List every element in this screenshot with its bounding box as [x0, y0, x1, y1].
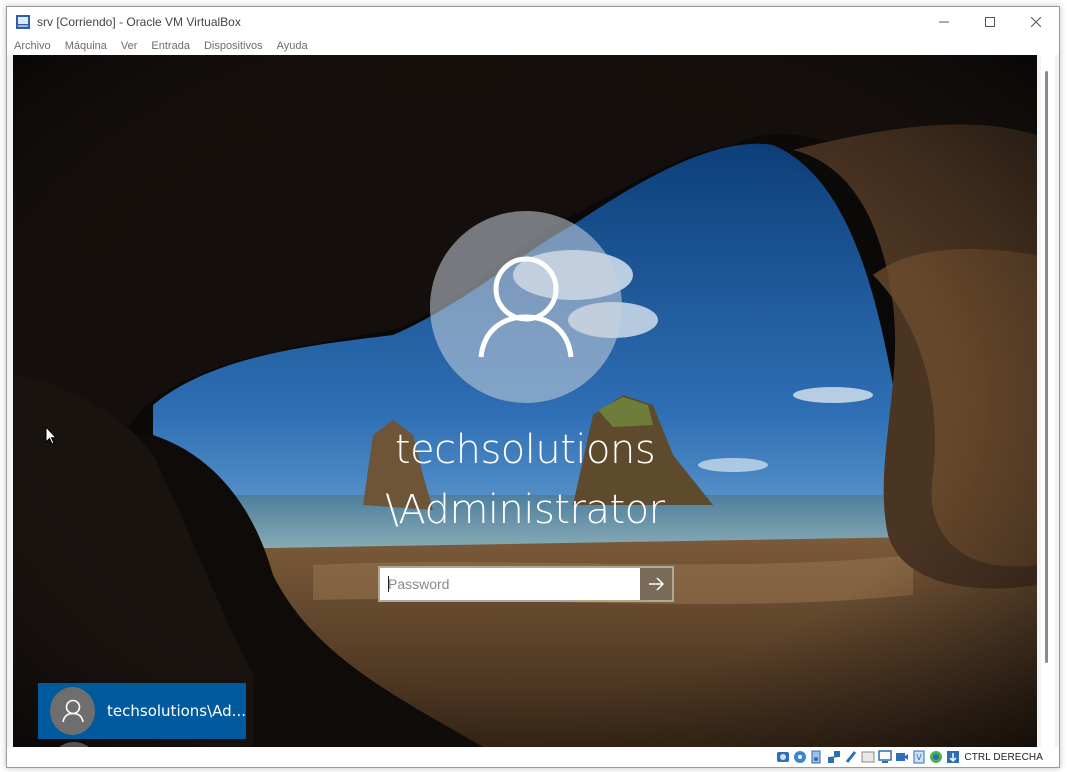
virtualization-icon[interactable] [928, 750, 943, 765]
window-title: srv [Corriendo] - Oracle VM VirtualBox [37, 15, 241, 29]
menu-maquina[interactable]: Máquina [65, 40, 107, 52]
arrow-right-icon [649, 577, 664, 591]
menu-archivo[interactable]: Archivo [14, 40, 51, 52]
user-tile-label: techsolutions\Ad... [107, 702, 246, 720]
menu-entrada[interactable]: Entrada [151, 40, 190, 52]
user-name-line2: \Administrator [385, 487, 665, 533]
menu-ver[interactable]: Ver [121, 40, 138, 52]
svg-text:V: V [916, 753, 922, 762]
password-field-container [378, 566, 674, 602]
screen-icon[interactable]: V [911, 750, 926, 765]
menu-bar: Archivo Máquina Ver Entrada Dispositivos… [7, 37, 1059, 55]
maximize-icon [985, 17, 995, 27]
virtualbox-icon [15, 14, 31, 30]
display-icon[interactable] [877, 750, 892, 765]
text-caret [388, 576, 389, 592]
user-icon [61, 699, 84, 723]
optical-drive-icon[interactable] [792, 750, 807, 765]
menu-dispositivos[interactable]: Dispositivos [204, 40, 263, 52]
mouse-pointer-icon [45, 426, 57, 445]
window-controls [921, 7, 1059, 37]
password-input[interactable] [380, 568, 640, 600]
sign-in-submit-button[interactable] [640, 568, 672, 600]
scrollbar-thumb[interactable] [1045, 71, 1048, 663]
network-icon[interactable] [826, 750, 841, 765]
status-bar: V CTRL DERECHA [7, 747, 1059, 767]
user-switch-tile[interactable]: techsolutions\Ad... [38, 683, 246, 739]
vm-display[interactable]: techsolutions \Administrator techsolutio… [13, 55, 1037, 747]
usb-icon[interactable] [843, 750, 858, 765]
video-capture-icon[interactable] [894, 750, 909, 765]
user-icon [478, 256, 574, 358]
menu-ayuda[interactable]: Ayuda [277, 40, 308, 52]
mouse-integration-icon[interactable] [945, 750, 960, 765]
close-button[interactable] [1013, 7, 1059, 37]
hard-disk-icon[interactable] [775, 750, 790, 765]
minimize-icon [939, 21, 949, 23]
maximize-button[interactable] [967, 7, 1013, 37]
close-icon [1031, 17, 1041, 27]
virtualbox-window: srv [Corriendo] - Oracle VM VirtualBox A… [6, 6, 1060, 768]
user-avatar [430, 211, 622, 403]
tile-avatar [50, 687, 96, 735]
host-key-label: CTRL DERECHA [964, 751, 1043, 763]
user-name-line1: techsolutions [394, 427, 656, 473]
minimize-button[interactable] [921, 7, 967, 37]
vertical-scrollbar[interactable] [1041, 55, 1055, 747]
shared-folders-icon[interactable] [860, 750, 875, 765]
audio-icon[interactable] [809, 750, 824, 765]
title-bar[interactable]: srv [Corriendo] - Oracle VM VirtualBox [7, 7, 1059, 37]
